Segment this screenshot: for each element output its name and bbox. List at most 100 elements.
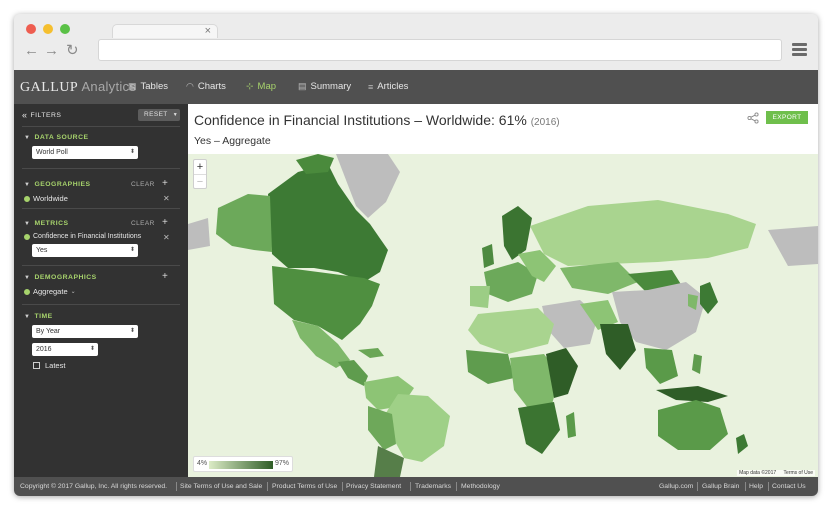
- year-select[interactable]: 2016 ⬍: [32, 343, 98, 356]
- nav-summary[interactable]: ▤ Summary: [298, 81, 351, 92]
- product-terms-link[interactable]: Product Terms of Use: [272, 483, 337, 490]
- kazakhstan-region: [560, 262, 638, 294]
- reset-button[interactable]: RESET ▼: [138, 109, 180, 121]
- collapse-filters-button[interactable]: « FILTERS: [22, 110, 61, 120]
- zoom-controls: + −: [193, 159, 207, 189]
- indonesia-region: [656, 386, 728, 402]
- table-icon: ▦: [128, 81, 137, 91]
- trademarks-link[interactable]: Trademarks: [415, 483, 451, 490]
- title-year: (2016): [530, 117, 560, 128]
- australia-region: [658, 400, 728, 450]
- iberia-region: [470, 286, 490, 308]
- nav-articles[interactable]: ≡ Articles: [368, 81, 408, 92]
- copyright-text: Copyright © 2017 Gallup, Inc. All rights…: [20, 483, 168, 490]
- nav-charts[interactable]: ◠ Charts: [186, 81, 226, 92]
- divider: [697, 482, 698, 491]
- divider: [22, 168, 180, 169]
- west-africa-region: [466, 350, 514, 384]
- central-america-region: [338, 360, 368, 386]
- world-map[interactable]: + − 4% 97% Map data ©2017 Terms of Use: [188, 154, 818, 477]
- remove-geography-icon[interactable]: ✕: [163, 194, 170, 203]
- double-chevron-left-icon: «: [22, 110, 28, 120]
- add-demographic-icon[interactable]: +: [162, 272, 168, 282]
- legend-gradient: [209, 461, 273, 469]
- latest-checkbox[interactable]: Latest: [33, 361, 65, 370]
- uk-region: [482, 244, 494, 268]
- menu-icon[interactable]: [792, 43, 807, 56]
- minimize-window-button[interactable]: [43, 24, 53, 34]
- selected-dot-icon: [24, 233, 30, 240]
- gallup-brain-link[interactable]: Gallup Brain: [702, 483, 739, 490]
- data-source-select[interactable]: World Poll ⬍: [32, 146, 138, 159]
- map-attribution: Map data ©2017 Terms of Use: [737, 470, 815, 476]
- filters-sidebar: « FILTERS RESET ▼ ▼ DATA SOURCE World Pol…: [14, 104, 188, 477]
- arctic-islands-region: [296, 154, 334, 174]
- browser-tab[interactable]: ×: [112, 24, 218, 38]
- help-link[interactable]: Help: [749, 483, 763, 490]
- selected-dot-icon: [24, 195, 30, 202]
- time-period-select[interactable]: By Year ⬍: [32, 325, 138, 338]
- map-terms-link[interactable]: Terms of Use: [784, 470, 813, 476]
- export-button[interactable]: EXPORT: [766, 111, 808, 124]
- chile-argentina-region: [374, 446, 404, 477]
- brazil-region: [384, 394, 450, 462]
- zoom-in-button[interactable]: +: [194, 160, 206, 174]
- new-zealand-region: [736, 434, 748, 454]
- metric-response-select[interactable]: Yes ⬍: [32, 244, 138, 257]
- data-source-heading[interactable]: ▼ DATA SOURCE: [24, 134, 89, 141]
- app-header: GALLUP Analytics ▦ Tables ◠ Charts ⊹ Map…: [14, 70, 818, 104]
- select-arrows-icon: ⬍: [89, 346, 95, 352]
- gallup-com-link[interactable]: Gallup.com: [659, 483, 693, 490]
- add-geography-icon[interactable]: +: [162, 179, 168, 189]
- back-arrow-icon[interactable]: ←: [24, 42, 39, 60]
- map-icon: ⊹: [246, 81, 254, 91]
- geography-item[interactable]: Worldwide: [24, 194, 68, 203]
- privacy-statement-link[interactable]: Privacy Statement: [346, 483, 401, 490]
- maximize-window-button[interactable]: [60, 24, 70, 34]
- share-icon[interactable]: [747, 112, 759, 124]
- reload-icon[interactable]: ↻: [66, 42, 79, 60]
- caret-down-icon: ▼: [24, 182, 31, 188]
- select-arrows-icon: ⬍: [129, 328, 135, 334]
- selected-dot-icon: [24, 288, 30, 295]
- zoom-out-button[interactable]: −: [194, 174, 206, 188]
- geographies-heading[interactable]: ▼ GEOGRAPHIES: [24, 181, 91, 188]
- close-window-button[interactable]: [26, 24, 36, 34]
- remove-metric-icon[interactable]: ✕: [163, 233, 170, 242]
- geographies-clear-button[interactable]: CLEAR: [131, 181, 155, 188]
- nav-map[interactable]: ⊹ Map: [246, 81, 276, 92]
- add-metric-icon[interactable]: +: [162, 218, 168, 228]
- methodology-link[interactable]: Methodology: [461, 483, 500, 490]
- gallup-logo[interactable]: GALLUP Analytics: [20, 79, 136, 96]
- metrics-clear-button[interactable]: CLEAR: [131, 220, 155, 227]
- metrics-heading[interactable]: ▼ METRICS: [24, 220, 69, 227]
- divider: [22, 126, 180, 127]
- forward-arrow-icon[interactable]: →: [44, 42, 59, 60]
- nav-tables[interactable]: ▦ Tables: [128, 81, 168, 92]
- demographics-heading[interactable]: ▼ DEMOGRAPHICS: [24, 274, 97, 281]
- checkbox-icon[interactable]: [33, 362, 40, 369]
- divider: [745, 482, 746, 491]
- divider: [22, 304, 180, 305]
- philippines-region: [692, 354, 702, 374]
- divider: [267, 482, 268, 491]
- page-subtitle: Yes – Aggregate: [194, 135, 271, 147]
- divider: [342, 482, 343, 491]
- address-bar[interactable]: [98, 39, 782, 61]
- tab-close-icon[interactable]: ×: [205, 25, 211, 38]
- summary-icon: ▤: [298, 81, 307, 91]
- contact-us-link[interactable]: Contact Us: [772, 483, 806, 490]
- map-legend: 4% 97%: [193, 456, 293, 472]
- demographic-item[interactable]: Aggregate ⌄: [24, 287, 76, 296]
- caret-down-icon: ▼: [172, 112, 179, 118]
- choropleth-map[interactable]: [188, 154, 818, 477]
- select-arrows-icon: ⬍: [129, 247, 135, 253]
- legend-min-label: 4%: [197, 460, 208, 467]
- metric-item[interactable]: Confidence in Financial Institutions: [24, 233, 141, 240]
- north-africa-region: [468, 308, 554, 354]
- alaska-region: [216, 194, 272, 252]
- site-terms-link[interactable]: Site Terms of Use and Sale: [180, 483, 262, 490]
- page-title: Confidence in Financial Institutions – W…: [194, 112, 560, 128]
- divider: [22, 208, 180, 209]
- time-heading[interactable]: ▼ TIME: [24, 313, 53, 320]
